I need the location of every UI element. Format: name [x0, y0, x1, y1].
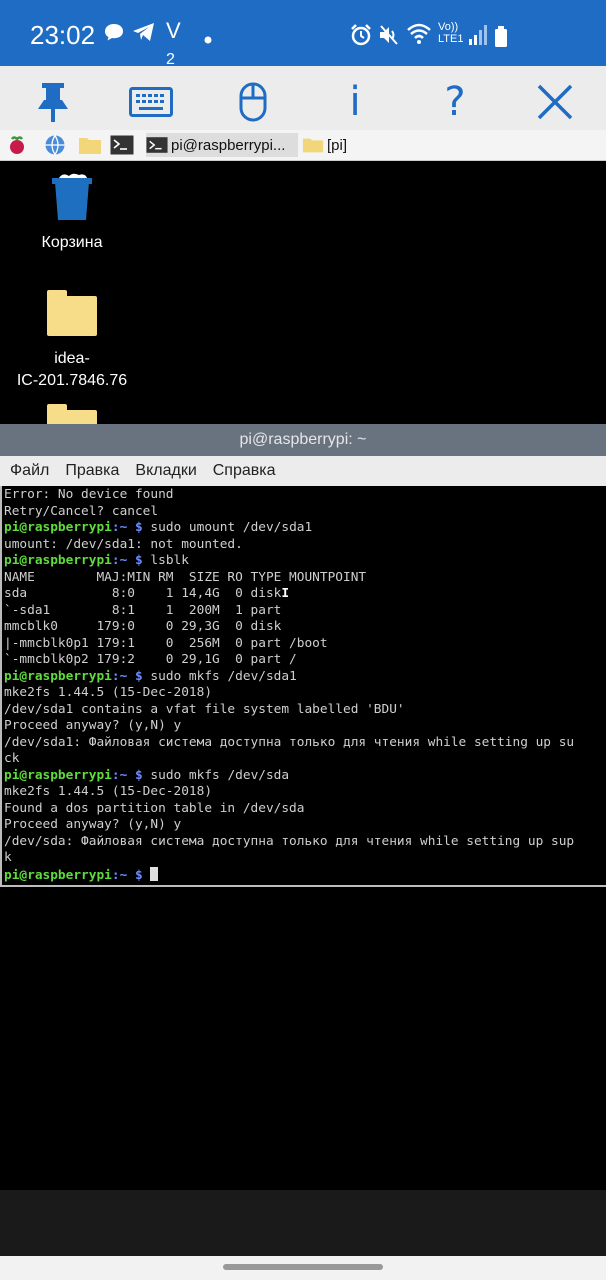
terminal-line: mke2fs 1.44.5 (15-Dec-2018) — [4, 784, 213, 799]
terminal-line: Error: No device found — [4, 487, 174, 502]
alarm-icon — [350, 24, 372, 51]
terminal-line: `-mmcblk0p2 179:2 0 29,1G 0 part / — [4, 652, 297, 667]
vr-icon: V2 — [166, 18, 181, 68]
terminal-line: Proceed anyway? (y,N) y — [4, 817, 182, 832]
terminal-line: Proceed anyway? (y,N) y — [4, 718, 182, 733]
menu-file[interactable]: Файл — [10, 462, 49, 480]
terminal-line: /dev/sda1: Файловая система доступна тол… — [4, 734, 575, 750]
menu-help[interactable]: Справка — [213, 462, 276, 480]
block-cursor — [150, 866, 159, 881]
close-icon[interactable] — [530, 80, 580, 124]
dot-icon — [204, 24, 212, 50]
mouse-icon[interactable] — [228, 80, 278, 124]
chat-icon — [104, 22, 124, 48]
folder-label-line1: idea- — [54, 350, 90, 367]
folder-label-line2: IC-201.7846.76 — [16, 372, 128, 389]
android-status-bar: 23:02 V2 Vo)) LTE1 — [0, 0, 606, 68]
command-text: sudo mkfs /dev/sda1 — [142, 668, 297, 684]
prompt-user: pi@raspberrypi — [4, 553, 112, 568]
telegram-icon — [132, 22, 156, 48]
prompt-path: :~ $ — [111, 767, 143, 783]
raspberry-taskbar: pi@raspberrypi... [pi] — [0, 130, 606, 161]
terminal-menubar: Файл Правка Вкладки Справка — [0, 456, 606, 486]
pin-icon[interactable] — [28, 80, 78, 124]
lte-indicator: Vo)) LTE1 — [438, 21, 464, 45]
prompt-path: :~ $ — [111, 553, 143, 568]
help-button[interactable]: ? — [430, 79, 480, 125]
terminal-titlebar[interactable]: pi@raspberrypi: ~ — [0, 424, 606, 456]
terminal-line: mke2fs 1.44.5 (15-Dec-2018) — [4, 685, 213, 700]
taskbar-terminal-window[interactable]: pi@raspberrypi... — [146, 133, 298, 157]
mute-icon — [378, 24, 400, 51]
prompt-path: :~ $ — [111, 867, 143, 883]
terminal-line: /dev/sda: Файловая система доступна толь… — [4, 833, 575, 849]
desktop-folder-idea[interactable]: idea- IC-201.7846.76 — [0, 290, 144, 392]
bottom-panel — [0, 1190, 606, 1256]
folder-icon — [47, 404, 97, 424]
terminal-line: Retry/Cancel? cancel — [4, 503, 159, 519]
terminal-line: |-mmcblk0p1 179:1 0 256M 0 part /boot — [4, 635, 328, 651]
command-text: sudo mkfs /dev/sda — [142, 767, 290, 783]
info-button[interactable]: i — [330, 79, 380, 125]
file-manager-icon[interactable] — [78, 134, 101, 156]
terminal-launcher-icon[interactable] — [110, 134, 134, 156]
prompt-path: :~ $ — [111, 668, 143, 684]
desktop-trash[interactable]: Корзина — [0, 172, 144, 254]
trash-icon — [49, 172, 95, 222]
terminal-line: mmcblk0 179:0 0 29,3G 0 disk — [4, 619, 282, 634]
prompt-user: pi@raspberrypi — [4, 668, 112, 684]
signal-icon — [468, 24, 488, 51]
browser-icon[interactable] — [44, 134, 66, 156]
battery-icon — [494, 26, 508, 53]
menu-tabs[interactable]: Вкладки — [135, 462, 196, 480]
terminal-line: NAME MAJ:MIN RM SIZE RO TYPE MOUNTPOINT — [4, 569, 367, 585]
android-nav-bar — [0, 1256, 606, 1280]
folder-icon — [47, 290, 97, 336]
terminal-line: umount: /dev/sda1: not mounted. — [4, 536, 243, 552]
command-text: sudo umount /dev/sda1 — [142, 520, 313, 535]
command-text: lsblk — [142, 553, 189, 568]
prompt-user: pi@raspberrypi — [4, 767, 112, 783]
terminal-line: ck — [4, 751, 20, 766]
terminal-line: Found a dos partition table in /dev/sda — [4, 800, 305, 816]
terminal-icon — [146, 137, 168, 153]
menu-edit[interactable]: Правка — [65, 462, 119, 480]
terminal-line: `-sda1 8:1 1 200M 1 part — [4, 602, 282, 618]
prompt-user: pi@raspberrypi — [4, 867, 112, 883]
clock: 23:02 — [30, 20, 96, 50]
raspberry-menu-icon[interactable] — [6, 134, 28, 156]
system-icons: Vo)) LTE1 — [350, 22, 520, 48]
wifi-icon — [406, 22, 432, 51]
folder-icon — [302, 138, 324, 153]
prompt-user: pi@raspberrypi — [4, 520, 112, 535]
terminal-line: k — [4, 850, 12, 865]
vnc-toolbar: i ? — [0, 66, 606, 130]
terminal-bottom-border — [0, 885, 606, 887]
desktop-folder-partial[interactable] — [0, 404, 144, 424]
home-gesture-bar[interactable] — [223, 1264, 383, 1270]
keyboard-icon[interactable] — [126, 80, 176, 124]
trash-label: Корзина — [41, 234, 103, 251]
prompt-path: :~ $ — [111, 520, 143, 535]
terminal-output[interactable]: Error: No device found Retry/Cancel? can… — [0, 486, 606, 886]
text-cursor-icon: I — [281, 586, 290, 601]
terminal-line: sda 8:0 1 14,4G 0 disk — [4, 586, 282, 601]
taskbar-files-window[interactable]: [pi] — [302, 133, 452, 157]
terminal-line: /dev/sda1 contains a vfat file system la… — [4, 701, 405, 717]
